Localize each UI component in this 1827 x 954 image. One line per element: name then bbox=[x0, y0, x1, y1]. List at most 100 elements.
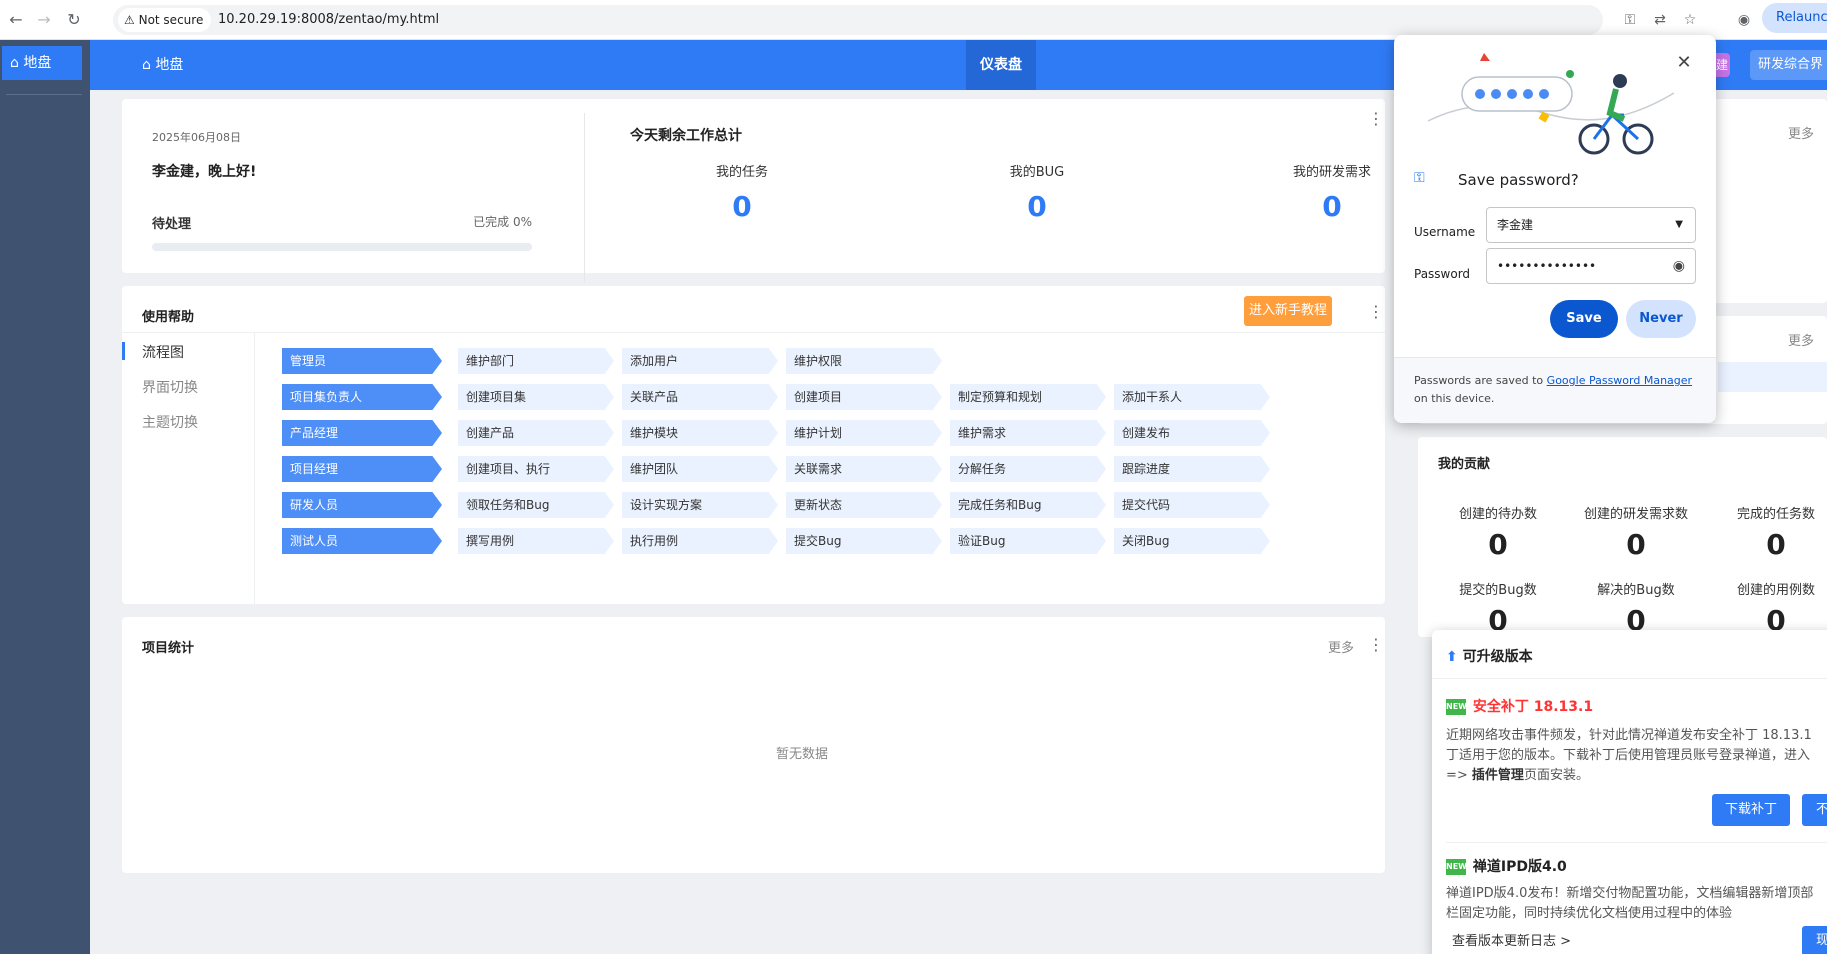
contrib-cases: 创建的用例数 0 bbox=[1706, 579, 1827, 637]
flow-step[interactable]: 维护部门 bbox=[458, 348, 614, 374]
sidebar-item-home[interactable]: ⌂ 地盘 bbox=[2, 46, 82, 80]
ipd-title: NEW 禅道IPD版4.0 bbox=[1446, 856, 1567, 876]
more-link[interactable]: 更多 bbox=[1788, 123, 1814, 142]
dismiss-button[interactable]: 不 bbox=[1802, 794, 1827, 826]
flow-step[interactable]: 关联产品 bbox=[622, 384, 778, 410]
flow-step[interactable]: 维护需求 bbox=[950, 420, 1106, 446]
password-key-icon[interactable]: ⚿ bbox=[1618, 8, 1642, 32]
flow-step[interactable]: 制定预算和规划 bbox=[950, 384, 1106, 410]
flow-role: 研发人员 bbox=[282, 492, 442, 518]
contrib-label: 创建的待办数 bbox=[1458, 507, 1537, 522]
key-icon: ⚿ bbox=[1414, 170, 1425, 186]
more-link[interactable]: 更多 bbox=[1328, 637, 1354, 656]
upgrade-popup: ⬆ 可升级版本 NEW 安全补丁 18.13.1 近期网络攻击事件频发，针对此情… bbox=[1432, 630, 1827, 954]
divider bbox=[254, 332, 255, 604]
panel-menu-icon[interactable]: ⋮ bbox=[1368, 111, 1384, 127]
new-badge: NEW bbox=[1446, 859, 1467, 875]
cyclist-illustration bbox=[1427, 53, 1675, 155]
username-field[interactable]: 李金建 ▼ bbox=[1486, 207, 1696, 243]
ipd-title-text: 禅道IPD版4.0 bbox=[1472, 859, 1567, 875]
chevron-down-icon[interactable]: ▼ bbox=[1675, 208, 1683, 242]
upgrade-title: ⬆ 可升级版本 bbox=[1446, 646, 1533, 666]
app-sidebar: ⌂ 地盘 bbox=[0, 40, 90, 954]
divider bbox=[1446, 842, 1827, 843]
help-tab-flowchart[interactable]: 流程图 bbox=[142, 342, 184, 362]
flow-step[interactable]: 关联需求 bbox=[786, 456, 942, 482]
security-chip[interactable]: ⚠ Not secure bbox=[118, 8, 212, 32]
contrib-value: 0 bbox=[1626, 528, 1646, 561]
never-button[interactable]: Never bbox=[1626, 300, 1696, 338]
flow-role: 测试人员 bbox=[282, 528, 442, 554]
translate-icon[interactable]: ⇄ bbox=[1648, 8, 1672, 32]
tutorial-button[interactable]: 进入新手教程 bbox=[1244, 296, 1332, 326]
url-text[interactable]: 10.20.29.19:8008/zentao/my.html bbox=[218, 8, 439, 32]
contrib-stories: 创建的研发需求数 0 bbox=[1566, 503, 1706, 561]
help-tab-interface[interactable]: 界面切换 bbox=[142, 377, 198, 397]
flow-role: 项目集负责人 bbox=[282, 384, 442, 410]
flow-step[interactable]: 完成任务和Bug bbox=[950, 492, 1106, 518]
profile-icon[interactable]: ◉ bbox=[1732, 8, 1756, 32]
active-indicator bbox=[122, 342, 125, 360]
flow-step[interactable]: 领取任务和Bug bbox=[458, 492, 614, 518]
forward-icon[interactable]: → bbox=[32, 8, 56, 32]
flow-step[interactable]: 关闭Bug bbox=[1114, 528, 1270, 554]
flow-role: 项目经理 bbox=[282, 456, 442, 482]
flow-step[interactable]: 创建发布 bbox=[1114, 420, 1270, 446]
help-panel: 使用帮助 进入新手教程 ⋮ 流程图 界面切换 主题切换 管理员 维护部门 添加用… bbox=[122, 286, 1385, 604]
panel-menu-icon[interactable]: ⋮ bbox=[1368, 637, 1384, 653]
contrib-label: 提交的Bug数 bbox=[1459, 583, 1537, 598]
tab-dashboard[interactable]: 仪表盘 bbox=[966, 40, 1036, 90]
ipd-description: 禅道IPD版4.0发布！新增交付物配置功能，文档编辑器新增顶部 栏固定功能，同时… bbox=[1446, 884, 1827, 924]
relaunch-button[interactable]: Relaunch bbox=[1762, 3, 1827, 33]
sidebar-home-label: 地盘 bbox=[23, 55, 52, 71]
flow-step[interactable]: 维护模块 bbox=[622, 420, 778, 446]
view-button[interactable]: 现 bbox=[1802, 926, 1827, 954]
flow-step[interactable]: 维护团队 bbox=[622, 456, 778, 482]
progress-bar bbox=[152, 243, 532, 251]
stat-my-bugs[interactable]: 我的BUG 0 bbox=[937, 161, 1137, 223]
product-switcher[interactable]: 研发综合界 bbox=[1750, 50, 1827, 80]
sidebar-divider bbox=[6, 94, 82, 95]
stat-label: 我的任务 bbox=[715, 165, 768, 180]
flow-step[interactable]: 创建项目、执行 bbox=[458, 456, 614, 482]
flow-step[interactable]: 更新状态 bbox=[786, 492, 942, 518]
bookmark-star-icon[interactable]: ☆ bbox=[1678, 8, 1702, 32]
flow-step[interactable]: 撰写用例 bbox=[458, 528, 614, 554]
project-stats-title: 项目统计 bbox=[142, 641, 195, 656]
footer-prefix: Passwords are saved to bbox=[1414, 374, 1547, 387]
flow-step[interactable]: 维护权限 bbox=[786, 348, 942, 374]
flow-step[interactable]: 执行用例 bbox=[622, 528, 778, 554]
flow-step[interactable]: 提交Bug bbox=[786, 528, 942, 554]
password-manager-link[interactable]: Google Password Manager bbox=[1547, 374, 1692, 387]
save-button[interactable]: Save bbox=[1550, 300, 1618, 338]
flow-step[interactable]: 维护计划 bbox=[786, 420, 942, 446]
topbar-home-link[interactable]: ⌂ 地盘 bbox=[142, 40, 183, 90]
more-link[interactable]: 更多 bbox=[1788, 330, 1814, 349]
stat-my-tasks[interactable]: 我的任务 0 bbox=[642, 161, 842, 223]
flow-step[interactable]: 验证Bug bbox=[950, 528, 1106, 554]
flow-step[interactable]: 跟踪进度 bbox=[1114, 456, 1270, 482]
flow-step[interactable]: 添加干系人 bbox=[1114, 384, 1270, 410]
download-patch-button[interactable]: 下载补丁 bbox=[1712, 794, 1790, 826]
back-icon[interactable]: ← bbox=[4, 8, 28, 32]
flow-step[interactable]: 创建产品 bbox=[458, 420, 614, 446]
password-field[interactable]: •••••••••••••• ◉ bbox=[1486, 248, 1696, 284]
new-badge: NEW bbox=[1446, 699, 1467, 715]
reload-icon[interactable]: ↻ bbox=[62, 8, 86, 32]
patch-desc-line: => 插件管理页面安装。 bbox=[1446, 766, 1827, 786]
flow-step[interactable]: 创建项目集 bbox=[458, 384, 614, 410]
list-item-highlight bbox=[1718, 362, 1827, 392]
divider bbox=[122, 332, 1385, 333]
flow-step[interactable]: 创建项目 bbox=[786, 384, 942, 410]
patch-title-text: 安全补丁 18.13.1 bbox=[1472, 699, 1594, 715]
changelog-link[interactable]: 查看版本更新日志 > bbox=[1452, 930, 1571, 949]
panel-menu-icon[interactable]: ⋮ bbox=[1368, 304, 1384, 320]
flow-step[interactable]: 提交代码 bbox=[1114, 492, 1270, 518]
empty-state: 暂无数据 bbox=[775, 747, 828, 762]
flow-step[interactable]: 添加用户 bbox=[622, 348, 778, 374]
close-icon[interactable]: ✕ bbox=[1670, 49, 1698, 77]
help-tab-theme[interactable]: 主题切换 bbox=[142, 412, 198, 432]
eye-icon[interactable]: ◉ bbox=[1673, 249, 1685, 283]
flow-step[interactable]: 分解任务 bbox=[950, 456, 1106, 482]
flow-step[interactable]: 设计实现方案 bbox=[622, 492, 778, 518]
